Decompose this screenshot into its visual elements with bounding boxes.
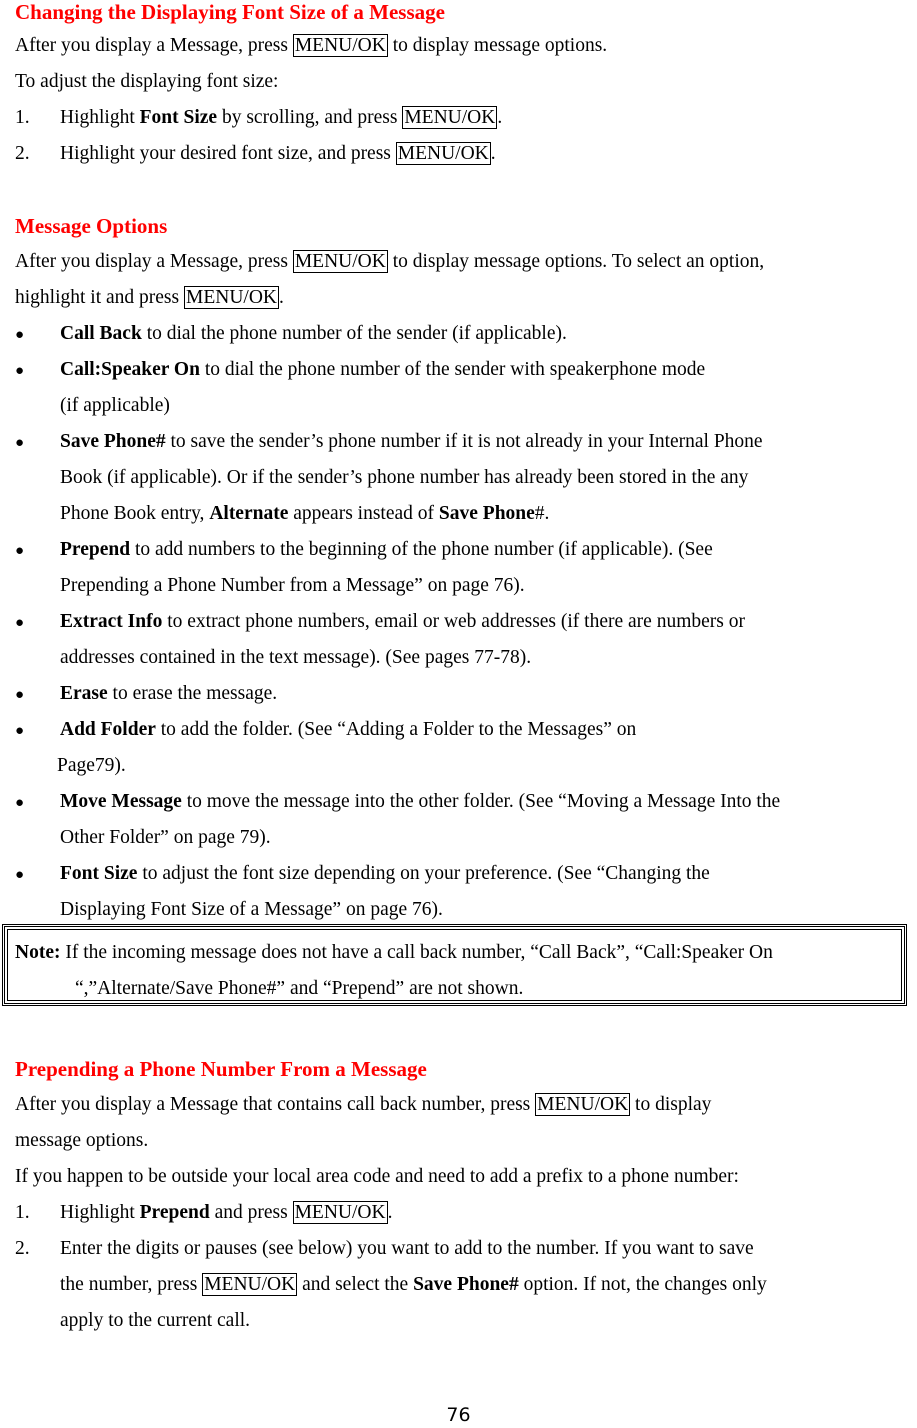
manual-page: Changing the Displaying Font Size of a M… — [0, 0, 917, 1428]
paragraph: After you display a Message that contain… — [15, 1093, 712, 1116]
section-heading-prepending: Prepending a Phone Number From a Message — [15, 1057, 427, 1081]
paragraph: After you display a Message, press MENU/… — [15, 34, 608, 57]
menu-ok-key: MENU/OK — [535, 1093, 631, 1116]
paragraph: If you happen to be outside your local a… — [15, 1166, 739, 1187]
bullet-icon: ● — [15, 687, 25, 703]
step-1: 1. Highlight Prepend and press MENU/OK. — [15, 1201, 393, 1224]
paragraph: highlight it and press MENU/OK. — [15, 286, 284, 309]
list-item: ● — [15, 424, 24, 461]
note-label: Note: — [15, 942, 61, 963]
menu-ok-key: MENU/OK — [395, 142, 491, 165]
section-heading-font-size: Changing the Displaying Font Size of a M… — [15, 0, 445, 24]
page-number: 76 — [446, 1404, 471, 1426]
step-2: 2. Highlight your desired font size, and … — [15, 142, 496, 165]
step-1: 1. Highlight Font Size by scrolling, and … — [15, 106, 503, 129]
bullet-icon: ● — [15, 543, 25, 559]
list-item: ● — [15, 352, 24, 389]
menu-ok-key: MENU/OK — [184, 286, 279, 309]
list-item: ● — [15, 532, 24, 569]
bullet-icon: ● — [15, 867, 25, 883]
bullet-icon: ● — [15, 615, 25, 631]
menu-ok-key: MENU/OK — [202, 1273, 298, 1296]
bullet-icon: ● — [15, 795, 25, 811]
list-item: ● — [15, 784, 24, 821]
menu-ok-key: MENU/OK — [292, 250, 388, 273]
list-item: ● — [15, 604, 24, 641]
bullet-icon: ● — [15, 327, 25, 343]
paragraph: To adjust the displaying font size: — [15, 71, 279, 92]
bullet-icon: ● — [15, 723, 25, 739]
section-heading-message-options: Message Options — [15, 214, 168, 238]
list-item: ● — [15, 856, 24, 893]
menu-ok-key: MENU/OK — [292, 1201, 388, 1224]
list-item: ● — [15, 316, 24, 353]
list-item: ● — [15, 712, 24, 749]
bullet-icon: ● — [15, 363, 25, 379]
note-text: Note: If the incoming message does not h… — [15, 942, 773, 963]
list-item: ● — [15, 676, 24, 713]
paragraph: After you display a Message, press MENU/… — [15, 250, 765, 273]
menu-ok-key: MENU/OK — [402, 106, 498, 129]
menu-ok-key: MENU/OK — [292, 34, 388, 57]
step-2: 2. Enter the digits or pauses (see below)… — [15, 1238, 754, 1259]
bullet-icon: ● — [15, 435, 25, 451]
